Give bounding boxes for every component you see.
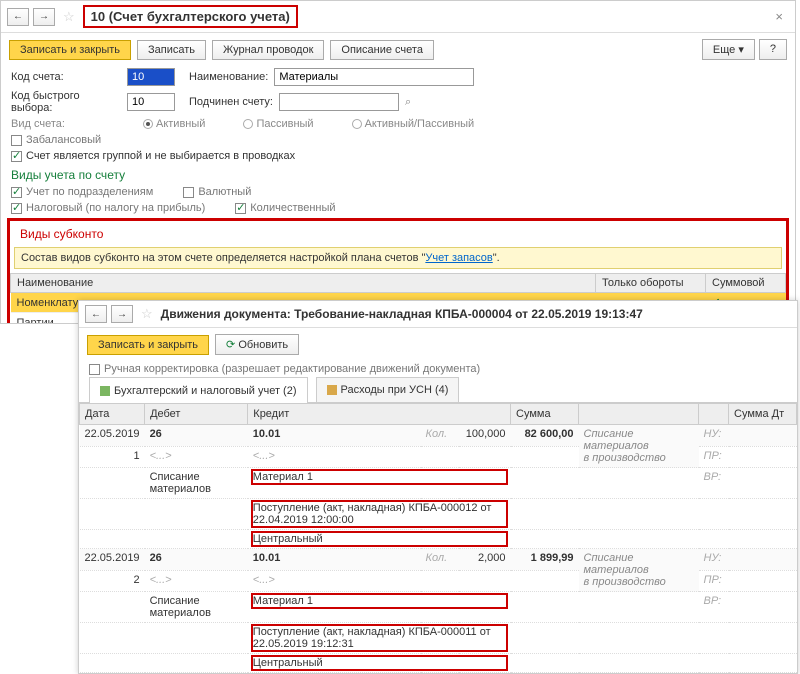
credit-subconto: Материал 1 <box>253 471 506 483</box>
inventory-link[interactable]: Учет запасов <box>425 252 492 264</box>
posting-sub: Списание материалов Материал 1 ВР: <box>80 592 797 623</box>
journal-button[interactable]: Журнал проводок <box>212 40 324 60</box>
sub-input[interactable] <box>279 93 399 111</box>
radio-passive: Пассивный <box>243 118 329 130</box>
name-input[interactable] <box>274 68 474 86</box>
sub-label: Подчинен счету: <box>189 96 273 108</box>
tab-usn[interactable]: Расходы при УСН (4) <box>316 377 460 402</box>
help-button[interactable]: ? <box>759 39 787 60</box>
manual-check[interactable]: Ручная корректировка (разрешает редактир… <box>79 361 797 377</box>
close-icon[interactable]: × <box>769 7 789 26</box>
types-section: Виды учета по счету <box>1 164 795 184</box>
code-label: Код счета: <box>11 71 121 83</box>
subk-info: Состав видов субконто на этом счете опре… <box>14 247 782 269</box>
save-close-button[interactable]: Записать и закрыть <box>87 335 209 355</box>
forward-button[interactable]: → <box>111 305 133 323</box>
posting-row[interactable]: 22.05.2019 26 10.01 Кол. 2,000 1 899,99 … <box>80 549 797 571</box>
chk-tax: Налоговый (по налогу на прибыль) <box>11 202 205 214</box>
chk-qty: Количественный <box>235 202 335 214</box>
type-label: Вид счета: <box>11 118 121 130</box>
col-sum: Сумма <box>511 404 579 425</box>
window-title: 10 (Счет бухгалтерского учета) <box>83 5 298 28</box>
credit-subconto: Материал 1 <box>253 595 506 607</box>
col-date: Дата <box>80 404 145 425</box>
star-icon[interactable]: ☆ <box>63 9 75 25</box>
posting-sub: Центральный <box>80 654 797 673</box>
col-sumd: Сумма Дт <box>729 404 797 425</box>
chk-by-division: Учет по подразделениям <box>11 186 153 198</box>
posting-sub: Центральный <box>80 530 797 549</box>
posting-row[interactable]: 22.05.2019 26 10.01 Кол. 100,000 82 600,… <box>80 425 797 447</box>
col-name: Наименование <box>11 274 596 293</box>
star-icon[interactable]: ☆ <box>141 306 153 322</box>
col-credit: Кредит <box>248 404 511 425</box>
chk-currency: Валютный <box>183 186 251 198</box>
col-turn: Только обороты <box>596 274 706 293</box>
back-button[interactable]: ← <box>7 8 29 26</box>
tab-buh[interactable]: Бухгалтерский и налоговый учет (2) <box>89 377 308 403</box>
col-sum: Суммовой <box>706 274 786 293</box>
doc-title: Движения документа: Требование-накладная… <box>161 307 643 321</box>
save-button[interactable]: Записать <box>137 40 206 60</box>
quick-input[interactable] <box>127 93 175 111</box>
group-check[interactable]: Счет является группой и не выбирается в … <box>1 148 795 164</box>
code-input[interactable] <box>127 68 175 86</box>
posting-sub: Поступление (акт, накладная) КПБА-000011… <box>80 623 797 654</box>
radio-active: Активный <box>143 118 221 130</box>
radio-ap: Активный/Пассивный <box>352 118 491 130</box>
refresh-icon: ⟳ <box>226 339 235 351</box>
account-desc-button[interactable]: Описание счета <box>330 40 434 60</box>
tab-icon <box>327 385 337 395</box>
tab-icon <box>100 386 110 396</box>
more-button[interactable]: Еще ▾ <box>702 39 755 60</box>
posting-sub: Поступление (акт, накладная) КПБА-000012… <box>80 499 797 530</box>
back-button[interactable]: ← <box>85 305 107 323</box>
refresh-button[interactable]: ⟳ Обновить <box>215 334 299 355</box>
quick-label: Код быстрого выбора: <box>11 90 121 114</box>
name-label: Наименование: <box>189 71 268 83</box>
forward-button[interactable]: → <box>33 8 55 26</box>
subk-section: Виды субконто <box>10 223 786 243</box>
save-close-button[interactable]: Записать и закрыть <box>9 40 131 60</box>
posting-sub: Списание материалов Материал 1 ВР: <box>80 468 797 499</box>
search-icon[interactable]: ⌕ <box>405 96 411 109</box>
offbalance-check: Забалансовый <box>1 132 795 148</box>
col-debit: Дебет <box>145 404 248 425</box>
